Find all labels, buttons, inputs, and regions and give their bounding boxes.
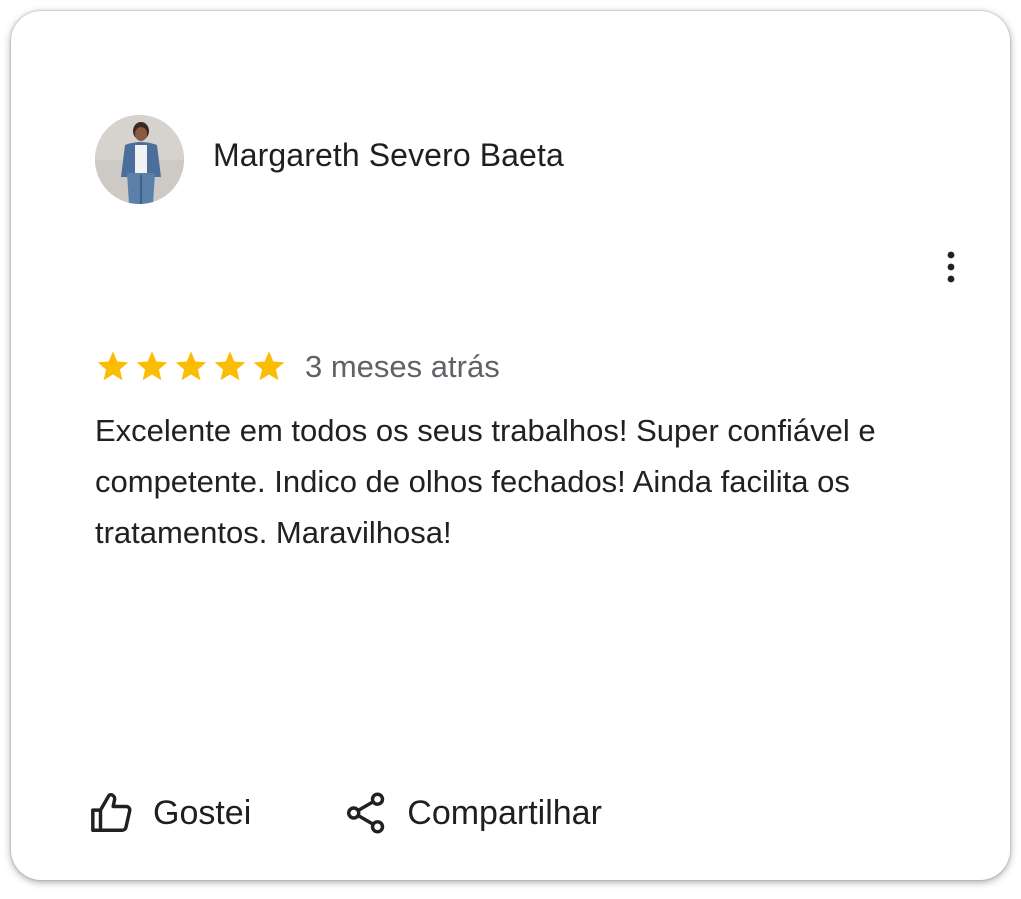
star-icon: [175, 351, 207, 381]
like-button[interactable]: Gostei: [89, 790, 251, 836]
star-icon: [136, 351, 168, 381]
star-icon: [214, 351, 246, 381]
more-vert-icon: [947, 251, 955, 283]
share-icon: [347, 792, 385, 834]
review-text: Excelente em todos os seus trabalhos! Su…: [95, 413, 876, 550]
author-name[interactable]: Margareth Severo Baeta: [213, 137, 564, 174]
more-options-button[interactable]: [933, 245, 969, 289]
rating-row: 3 meses atrás: [95, 347, 500, 387]
star-rating: [95, 349, 287, 385]
review-card: Margareth Severo Baeta 3 meses atrás Exc…: [11, 11, 1010, 880]
share-label: Compartilhar: [407, 793, 602, 832]
review-date: 3 meses atrás: [305, 349, 500, 384]
review-actions: Gostei Compartilhar: [89, 785, 602, 841]
thumb-up-icon: [91, 793, 132, 832]
star-icon: [253, 351, 285, 381]
like-label: Gostei: [153, 793, 252, 832]
share-button[interactable]: Compartilhar: [343, 790, 602, 836]
star-icon: [97, 351, 129, 381]
author-avatar[interactable]: [95, 115, 184, 204]
